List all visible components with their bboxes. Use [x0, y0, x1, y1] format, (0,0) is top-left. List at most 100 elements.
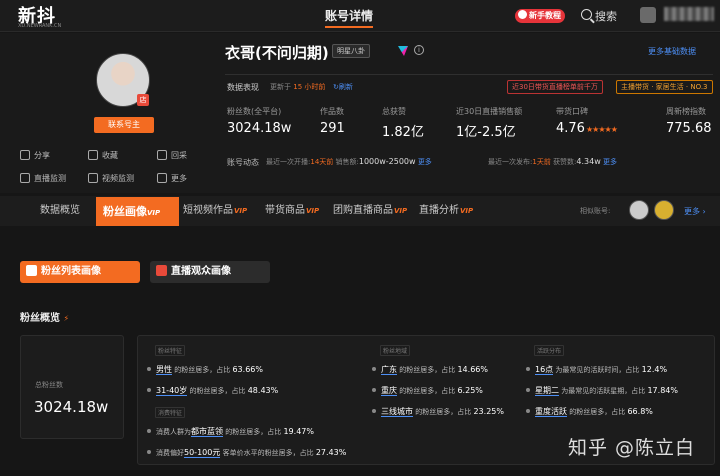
tab-fans-profile-label: 粉丝画像 [103, 205, 147, 218]
item-prefix: 消费偏好 [156, 449, 184, 457]
data-performance-label: 数据表现 [227, 83, 259, 92]
item-key: 重庆 [381, 386, 397, 396]
user-avatar-blurred[interactable] [640, 7, 656, 23]
tab-live-analysis-label: 直播分析 [419, 205, 459, 216]
category-rank-tag[interactable]: 主播带货 · 家居生活 · NO.3 [616, 80, 713, 94]
list-item: 16点 为最常见的活跃时间，占比 12.4% [526, 364, 667, 375]
stat-label: 带货口碑 [556, 107, 588, 116]
tab-data-overview[interactable]: 数据概览 [40, 200, 80, 222]
item-text: 的粉丝居多，占比 [399, 366, 456, 374]
tab-live-analysis[interactable]: 直播分析VIP [419, 200, 473, 222]
similar-more-link[interactable]: 更多 › [684, 206, 706, 217]
item-text: 的粉丝居多，占比 [189, 387, 246, 395]
category-tag[interactable]: 明星八卦 [332, 44, 370, 58]
fans-icon [26, 265, 37, 276]
stat-label: 粉丝数(全平台) [227, 107, 282, 116]
account-name: 衣哥(不问归期) [225, 44, 329, 62]
live-icon [20, 173, 30, 183]
last-live-prefix: 最近一次开播: [266, 158, 311, 166]
stat-value: 4.76 [556, 121, 585, 136]
refresh-link[interactable]: ↻刷新 [333, 82, 353, 92]
section-label: 消费特征 [155, 407, 186, 418]
info-icon[interactable]: i [414, 45, 424, 55]
list-item: 消费人群为都市蓝领 的粉丝居多，占比 19.47% [147, 426, 314, 437]
live-monitor-label: 直播监测 [34, 174, 66, 183]
item-text: 为最常见的活跃星期，占比 [561, 387, 646, 395]
more-icon [157, 173, 167, 183]
tutorial-button[interactable]: 新手教程 [515, 9, 565, 23]
contact-owner-button[interactable]: 联系号主 [94, 117, 154, 133]
stat-label: 作品数 [320, 107, 344, 116]
tab-short-videos[interactable]: 短视频作品VIP [183, 200, 247, 222]
last-live-row: 最近一次开播:14天前 销售额:1000w-2500w 更多 [266, 157, 432, 167]
list-item: 三线城市 的粉丝居多，占比 23.25% [372, 406, 504, 417]
more-action[interactable]: 更多 [157, 173, 187, 184]
item-text: 的粉丝居多，占比 [415, 408, 472, 416]
tutorial-label: 新手教程 [529, 11, 561, 20]
item-key: 重度活跃 [535, 407, 567, 417]
list-item: 重度活跃 的粉丝居多，占比 66.8% [526, 406, 653, 417]
item-value: 23.25% [473, 407, 504, 416]
search-icon[interactable] [581, 9, 592, 20]
item-key: 16点 [535, 365, 554, 375]
last-live-more-link[interactable]: 更多 [418, 158, 432, 166]
similar-account-avatar[interactable] [629, 200, 649, 220]
video-monitor-action[interactable]: 视频监测 [88, 173, 134, 184]
section-label: 粉丝特征 [155, 345, 186, 356]
watermark: 知乎 @陈立白 [568, 437, 696, 459]
share-action[interactable]: 分享 [20, 150, 50, 161]
star-icon [88, 150, 98, 160]
item-text: 客单价水平的粉丝居多，占比 [222, 449, 314, 457]
vip-badge: VIP [234, 207, 248, 215]
live-audience-profile-button[interactable]: 直播观众画像 [150, 261, 270, 283]
list-item: 重庆 的粉丝居多，占比 6.25% [372, 385, 483, 396]
item-key: 广东 [381, 365, 397, 375]
recollect-action[interactable]: 回采 [157, 150, 187, 161]
item-value: 14.66% [457, 365, 488, 374]
item-key: 都市蓝领 [191, 427, 223, 437]
account-dynamics-label: 账号动态 [227, 158, 259, 167]
stat-label: 周新榜指数 [666, 107, 706, 116]
search-button[interactable]: 搜索 [595, 8, 617, 24]
tab-group-live[interactable]: 团购直播商品VIP [333, 200, 407, 222]
update-time: 更新于 15 小时前 [270, 82, 325, 92]
tab-fans-profile[interactable]: 粉丝画像VIP [96, 197, 179, 226]
total-fans-label: 总粉丝数 [35, 381, 63, 389]
vip-badge: VIP [306, 207, 320, 215]
live-monitor-action[interactable]: 直播监测 [20, 173, 66, 184]
fans-list-profile-button[interactable]: 粉丝列表画像 [20, 261, 140, 283]
update-prefix: 更新于 [270, 83, 291, 91]
similar-accounts-label: 相似账号: [580, 207, 611, 215]
last-post-more-link[interactable]: 更多 [603, 158, 617, 166]
fans-overview-title: 粉丝概览 ⚡ [20, 313, 70, 324]
list-item: 31-40岁 的粉丝居多，占比 48.43% [147, 385, 278, 396]
item-prefix: 消费人群为 [156, 428, 191, 436]
refresh-label: 刷新 [338, 83, 353, 91]
stat-value: 775.68 [666, 121, 712, 136]
similar-account-avatar[interactable] [654, 200, 674, 220]
list-item: 广东 的粉丝居多，占比 14.66% [372, 364, 488, 375]
last-post-row: 最近一次发布:1天前 获赞数:4.34w 更多 [488, 157, 617, 167]
item-value: 63.66% [232, 365, 263, 374]
last-post-time: 1天前 [532, 158, 551, 166]
total-fans-value: 3024.18w [34, 398, 109, 416]
item-key: 三线城市 [381, 407, 413, 417]
stat-value: 291 [320, 121, 345, 136]
refresh-icon [157, 150, 167, 160]
similar-more-label: 更多 [684, 207, 700, 216]
page-title: 账号详情 [325, 9, 374, 23]
tab-products[interactable]: 带货商品VIP [265, 200, 319, 222]
more-basic-data-link[interactable]: 更多基础数据 [648, 46, 696, 57]
rank-tag[interactable]: 近30日带货直播榜单前千万 [507, 80, 603, 94]
verified-badge-icon: 店 [137, 94, 149, 106]
live-audience-profile-label: 直播观众画像 [171, 266, 231, 277]
sales-label: 销售额: [335, 158, 359, 166]
favorite-action[interactable]: 收藏 [88, 150, 118, 161]
list-item: 星期二 为最常见的活跃星期，占比 17.84% [526, 385, 678, 396]
user-name-blurred[interactable] [664, 7, 714, 21]
tab-products-label: 带货商品 [265, 205, 305, 216]
audience-icon [156, 265, 167, 276]
update-time-value: 15 小时前 [293, 83, 326, 91]
tab-group-live-label: 团购直播商品 [333, 205, 393, 216]
tab-short-videos-label: 短视频作品 [183, 205, 233, 216]
